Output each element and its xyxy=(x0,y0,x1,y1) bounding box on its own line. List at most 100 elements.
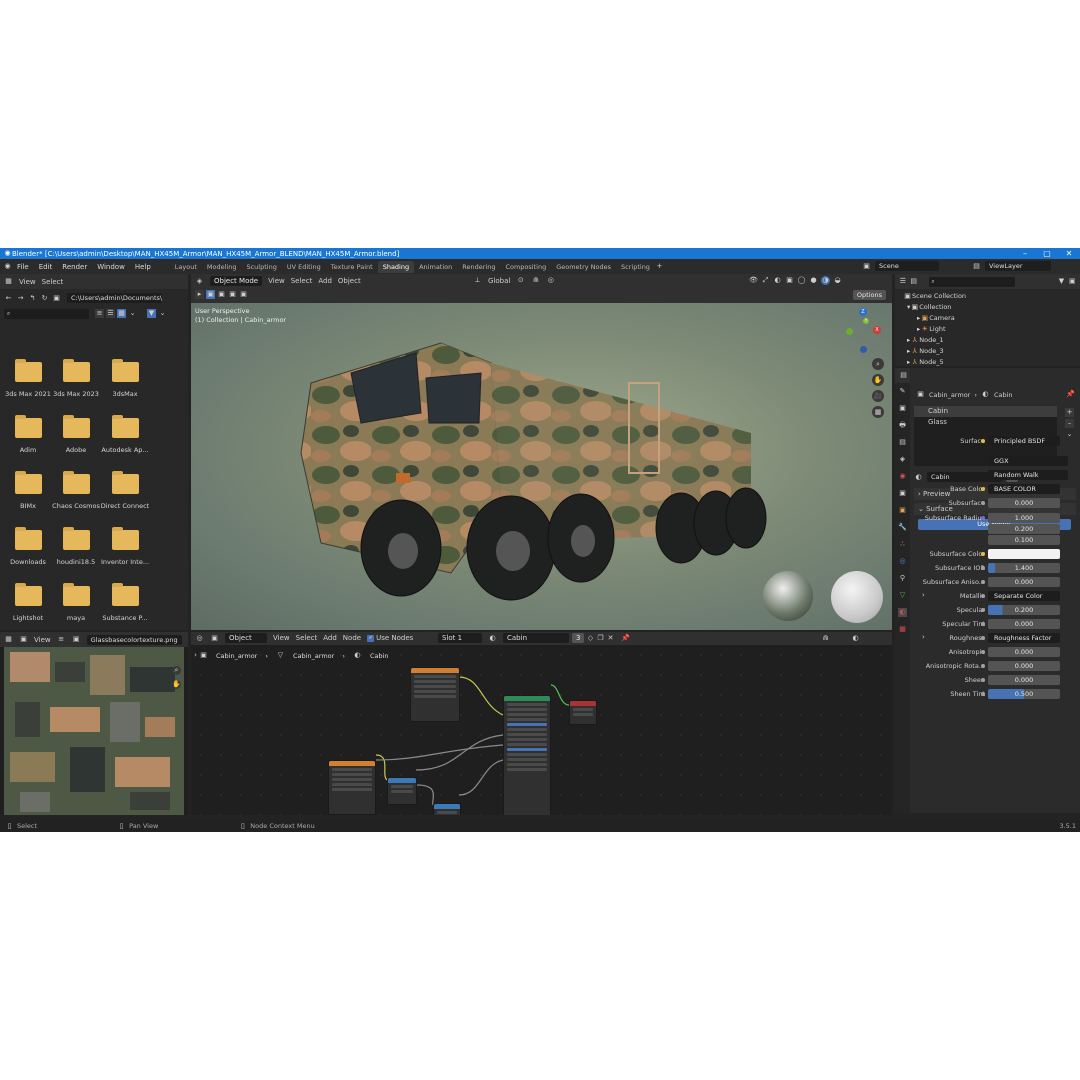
outliner-node-1[interactable]: ▸ ⅄ Node_1 xyxy=(907,335,1077,346)
folder-item[interactable]: Substance P... xyxy=(97,583,153,622)
folder-item[interactable]: Chaos Cosmos xyxy=(48,471,104,510)
thumbnail-view-icon[interactable]: ▦ xyxy=(117,309,126,318)
outliner-search-input[interactable]: ⌕ xyxy=(928,276,1015,287)
snap-icon[interactable]: ⋒ xyxy=(821,634,830,643)
new-folder-icon[interactable]: ▣ xyxy=(52,294,61,303)
hamburger-icon[interactable]: ≡ xyxy=(57,635,66,644)
image-name-field[interactable]: Glassbasecolortexture.png xyxy=(86,634,182,645)
overlay-icon[interactable]: ◐ xyxy=(851,634,860,643)
constraints-tab-icon[interactable]: ⚲ xyxy=(898,574,907,583)
editor-type-icon[interactable]: ▤ xyxy=(899,371,908,380)
menu-window[interactable]: Window xyxy=(92,263,130,271)
scene-tab-icon[interactable]: ◈ xyxy=(898,455,907,464)
view-layer-icon[interactable]: ▤ xyxy=(972,262,981,271)
add-workspace-icon[interactable]: + xyxy=(655,262,664,271)
property-value[interactable]: 0.000 xyxy=(988,661,1060,671)
folder-item[interactable]: 3dsMax xyxy=(97,359,153,398)
socket-icon[interactable] xyxy=(981,439,985,443)
physics-tab-icon[interactable]: ◎ xyxy=(898,557,907,566)
refresh-icon[interactable]: ↻ xyxy=(40,294,49,303)
property-value[interactable]: 0.000 xyxy=(988,647,1060,657)
outliner-light[interactable]: ▸☀Light xyxy=(917,324,1080,335)
image-browse-icon[interactable]: ▣ xyxy=(72,635,81,644)
select-extend-icon[interactable]: ▣ xyxy=(217,290,226,299)
tab-compositing[interactable]: Compositing xyxy=(500,261,551,273)
gizmo-icon[interactable]: ⤢ xyxy=(761,276,770,285)
node-menu-view[interactable]: View xyxy=(273,634,290,642)
texture-image[interactable] xyxy=(0,647,188,815)
principled-bsdf-node[interactable] xyxy=(503,695,551,815)
menu-edit[interactable]: Edit xyxy=(34,263,58,271)
output-tab-icon[interactable]: 🖶 xyxy=(898,421,907,430)
remove-slot-icon[interactable]: – xyxy=(1065,419,1074,428)
socket-icon[interactable] xyxy=(981,516,985,520)
node-editor-canvas[interactable]: ▣ Cabin_armor › ▽ Cabin_armor › ◐ Cabin … xyxy=(191,645,892,815)
menu-file[interactable]: File xyxy=(12,263,34,271)
filter-dropdown-icon[interactable]: ⌄ xyxy=(158,309,167,318)
folder-item[interactable]: Inventor Inte... xyxy=(97,527,153,566)
property-value[interactable]: Roughness Factor xyxy=(988,633,1060,643)
outliner-node-5[interactable]: ▸ ⅄ Node_5 xyxy=(907,357,1077,366)
forward-icon[interactable]: → xyxy=(16,294,25,303)
world-tab-icon[interactable]: ◉ xyxy=(898,472,907,481)
folder-item[interactable]: 3ds Max 2023 xyxy=(48,359,104,398)
image-texture-node-2[interactable] xyxy=(328,760,376,815)
shading-material-icon[interactable]: ◑ xyxy=(821,276,830,285)
pivot-point-icon[interactable]: ⊙ xyxy=(516,276,525,285)
parent-dir-icon[interactable]: ↰ xyxy=(28,294,37,303)
duplicate-icon[interactable]: ❐ xyxy=(596,634,605,643)
math-node[interactable] xyxy=(433,803,461,815)
viewport-menu-add[interactable]: Add xyxy=(318,277,332,285)
modifier-tab-icon[interactable]: 🔧 xyxy=(898,523,907,532)
pin-icon[interactable]: 📌 xyxy=(1066,390,1075,399)
display-mode-icon[interactable]: ▤ xyxy=(910,277,918,286)
tab-modeling[interactable]: Modeling xyxy=(202,261,242,273)
editor-type-icon[interactable]: ☰ xyxy=(899,277,907,286)
view-layer-tab-icon[interactable]: ▤ xyxy=(898,438,907,447)
minimize-icon[interactable]: – xyxy=(1014,248,1036,259)
material-slot-item[interactable]: Glass xyxy=(914,417,1057,428)
navigation-gizmo[interactable]: Z X Y xyxy=(841,308,886,356)
scene-selector[interactable]: Scene xyxy=(875,261,939,271)
filter-icon[interactable]: ▼ xyxy=(147,309,156,318)
scene-icon[interactable]: ▣ xyxy=(862,262,871,271)
folder-item[interactable]: maya xyxy=(48,583,104,622)
pan-hand-icon[interactable]: ✋ xyxy=(172,680,181,689)
property-value[interactable]: Principled BSDF xyxy=(988,436,1060,446)
axis-y-icon[interactable]: Y xyxy=(863,318,869,324)
shading-solid-icon[interactable]: ● xyxy=(809,276,818,285)
zoom-icon[interactable]: ⌕ xyxy=(172,666,181,675)
use-nodes-checkbox[interactable]: ✓ xyxy=(367,634,375,642)
overlay-icon[interactable]: ◐ xyxy=(773,276,782,285)
visibility-icon[interactable]: 👁 xyxy=(749,276,758,285)
shading-rendered-icon[interactable]: ◒ xyxy=(833,276,842,285)
tab-scripting[interactable]: Scripting xyxy=(616,261,655,273)
maximize-icon[interactable]: ▢ xyxy=(1036,248,1058,259)
material-name-field[interactable]: Cabin xyxy=(503,633,569,643)
image-icon[interactable]: ▣ xyxy=(19,635,28,644)
back-icon[interactable]: ← xyxy=(4,294,13,303)
xray-icon[interactable]: ▣ xyxy=(785,276,794,285)
outliner-node-3[interactable]: ▸ ⅄ Node_3 xyxy=(907,346,1077,357)
axis-z-icon[interactable]: Z xyxy=(859,308,867,316)
select-tool-icon[interactable]: ▸ xyxy=(195,290,204,299)
socket-icon[interactable] xyxy=(981,636,985,640)
proportional-edit-icon[interactable]: ◎ xyxy=(546,276,555,285)
outliner-camera[interactable]: ▸▣Camera xyxy=(917,313,1080,324)
property-value[interactable] xyxy=(988,549,1060,559)
axis-z-neg-icon[interactable] xyxy=(860,346,867,353)
material-users-count[interactable]: 3 xyxy=(572,633,585,643)
property-value[interactable]: 0.200 xyxy=(988,605,1060,615)
socket-icon[interactable] xyxy=(981,594,985,598)
zoom-icon[interactable]: ⌕ xyxy=(872,358,884,370)
socket-icon[interactable] xyxy=(981,650,985,654)
image-texture-node[interactable] xyxy=(410,667,460,722)
axis-y-neg-icon[interactable] xyxy=(846,328,853,335)
folder-item[interactable]: houdini18.5 xyxy=(48,527,104,566)
property-value[interactable]: 0.000 xyxy=(988,577,1060,587)
folder-item[interactable]: Direct Connect xyxy=(97,471,153,510)
select-subtract-icon[interactable]: ▣ xyxy=(228,290,237,299)
property-value[interactable]: Separate Color xyxy=(988,591,1060,601)
socket-icon[interactable] xyxy=(981,487,985,491)
shader-type-dropdown[interactable]: Object xyxy=(225,633,267,643)
